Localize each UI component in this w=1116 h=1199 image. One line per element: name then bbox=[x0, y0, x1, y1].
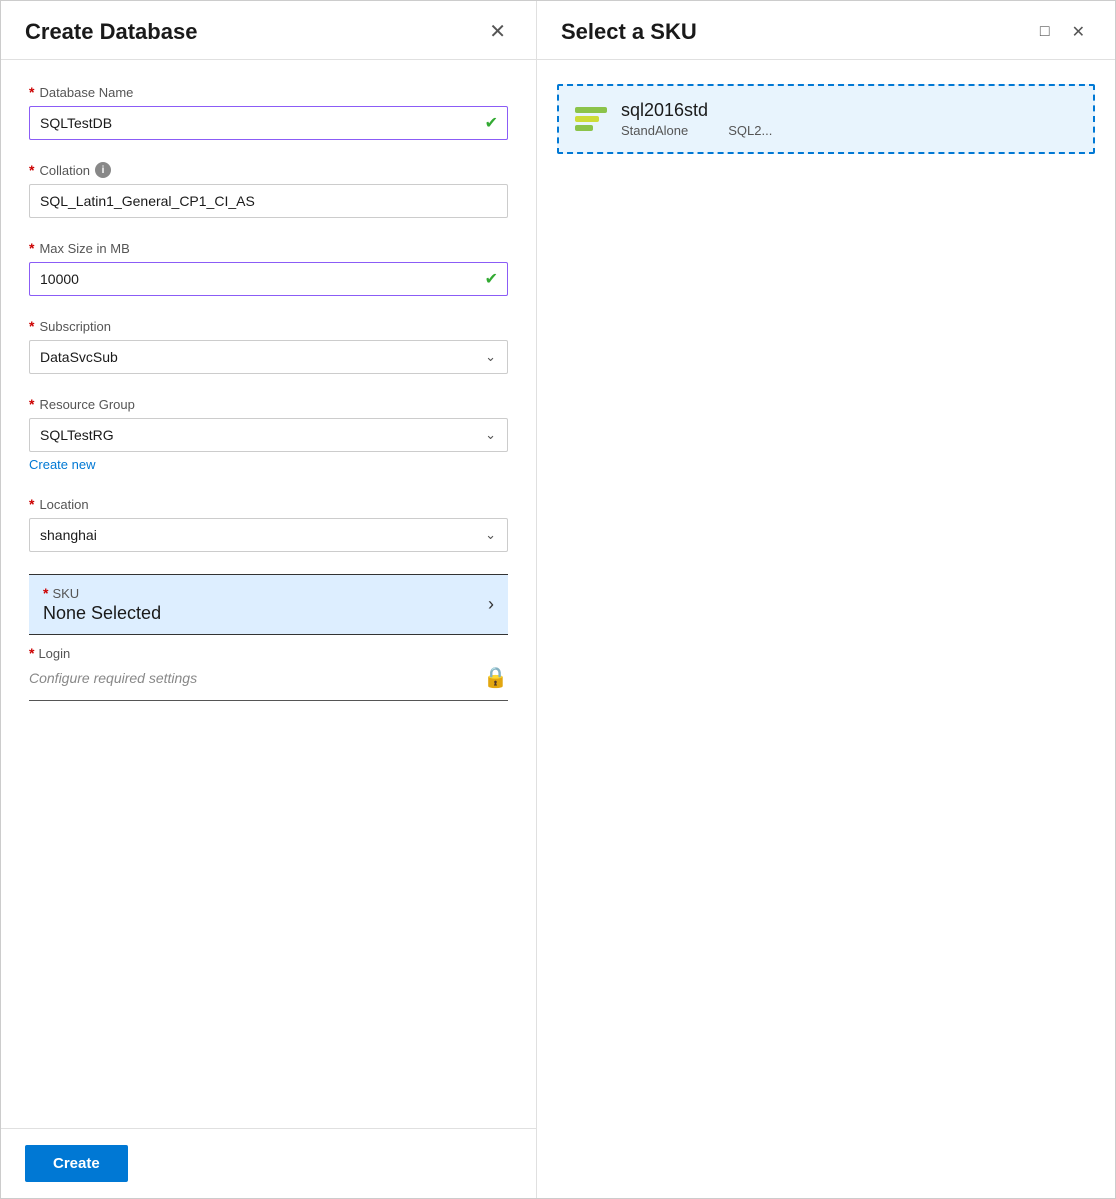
subscription-select-wrapper: DataSvcSub ⌄ bbox=[29, 340, 508, 374]
required-star-login: * bbox=[29, 645, 34, 661]
lock-icon: 🔒 bbox=[483, 665, 508, 690]
location-select-wrapper: shanghai ⌄ bbox=[29, 518, 508, 552]
resource-group-group: * Resource Group SQLTestRG ⌄ Create new bbox=[29, 396, 508, 474]
sku-label-row: * SKU bbox=[43, 585, 488, 601]
max-size-group: * Max Size in MB ✔ bbox=[29, 240, 508, 296]
required-star-sku: * bbox=[43, 585, 48, 601]
database-name-label: * Database Name bbox=[29, 84, 508, 100]
required-star-db: * bbox=[29, 84, 34, 100]
left-panel-body: * Database Name ✔ * Collation i bbox=[1, 60, 536, 1128]
sku-item-sub: StandAlone SQL2... bbox=[621, 123, 1077, 138]
subscription-select[interactable]: DataSvcSub bbox=[29, 340, 508, 374]
collation-group: * Collation i bbox=[29, 162, 508, 218]
sku-bar-1 bbox=[575, 107, 607, 113]
left-close-button[interactable]: ✕ bbox=[483, 20, 512, 44]
right-header-buttons: □ ✕ bbox=[1034, 20, 1091, 44]
right-panel-body: sql2016std StandAlone SQL2... bbox=[537, 60, 1115, 1198]
right-panel-title: Select a SKU bbox=[561, 19, 697, 45]
resource-group-label: * Resource Group bbox=[29, 396, 508, 412]
login-placeholder[interactable]: Configure required settings bbox=[29, 670, 197, 686]
location-group: * Location shanghai ⌄ bbox=[29, 496, 508, 552]
resource-group-select-wrapper: SQLTestRG ⌄ bbox=[29, 418, 508, 452]
sku-bar-3 bbox=[575, 125, 593, 131]
location-select[interactable]: shanghai bbox=[29, 518, 508, 552]
sku-value: None Selected bbox=[43, 603, 488, 624]
sku-sub-type: StandAlone bbox=[621, 123, 688, 138]
subscription-label: * Subscription bbox=[29, 318, 508, 334]
create-database-panel: Create Database ✕ * Database Name ✔ * Co bbox=[1, 1, 537, 1198]
subscription-group: * Subscription DataSvcSub ⌄ bbox=[29, 318, 508, 374]
sku-field-inner: * SKU None Selected bbox=[43, 585, 488, 624]
login-group: * Login Configure required settings 🔒 bbox=[29, 645, 508, 701]
collation-input[interactable] bbox=[29, 184, 508, 218]
location-label: * Location bbox=[29, 496, 508, 512]
sku-bar-2 bbox=[575, 116, 599, 122]
collation-label: * Collation i bbox=[29, 162, 508, 178]
create-button[interactable]: Create bbox=[25, 1145, 128, 1182]
required-star-collation: * bbox=[29, 162, 34, 178]
left-panel-title: Create Database bbox=[25, 19, 197, 45]
sku-group: * SKU None Selected › bbox=[29, 574, 508, 635]
right-panel-header: Select a SKU □ ✕ bbox=[537, 1, 1115, 60]
login-value-row: Configure required settings 🔒 bbox=[29, 665, 508, 690]
max-size-wrapper: ✔ bbox=[29, 262, 508, 296]
sku-chevron-icon: › bbox=[488, 594, 494, 615]
database-name-input[interactable] bbox=[29, 106, 508, 140]
required-star-maxsize: * bbox=[29, 240, 34, 256]
maximize-button[interactable]: □ bbox=[1034, 21, 1056, 43]
sku-item-info: sql2016std StandAlone SQL2... bbox=[621, 100, 1077, 138]
login-label-row: * Login bbox=[29, 645, 508, 661]
max-size-label: * Max Size in MB bbox=[29, 240, 508, 256]
max-size-input[interactable] bbox=[29, 262, 508, 296]
collation-wrapper bbox=[29, 184, 508, 218]
create-new-link[interactable]: Create new bbox=[29, 457, 95, 472]
sku-item-icon bbox=[575, 107, 607, 131]
resource-group-select[interactable]: SQLTestRG bbox=[29, 418, 508, 452]
collation-info-icon[interactable]: i bbox=[95, 162, 111, 178]
database-name-check-icon: ✔ bbox=[485, 113, 498, 133]
sku-sub-version: SQL2... bbox=[728, 123, 772, 138]
database-name-group: * Database Name ✔ bbox=[29, 84, 508, 140]
sku-selector[interactable]: * SKU None Selected › bbox=[29, 575, 508, 634]
sku-item-name: sql2016std bbox=[621, 100, 1077, 121]
required-star-location: * bbox=[29, 496, 34, 512]
left-panel-footer: Create bbox=[1, 1128, 536, 1198]
required-star-sub: * bbox=[29, 318, 34, 334]
select-sku-panel: Select a SKU □ ✕ sql2016std StandAlone S… bbox=[537, 1, 1115, 1198]
max-size-check-icon: ✔ bbox=[485, 269, 498, 289]
sku-item-card[interactable]: sql2016std StandAlone SQL2... bbox=[557, 84, 1095, 154]
left-panel-header: Create Database ✕ bbox=[1, 1, 536, 60]
right-close-button[interactable]: ✕ bbox=[1066, 20, 1091, 44]
required-star-rg: * bbox=[29, 396, 34, 412]
database-name-wrapper: ✔ bbox=[29, 106, 508, 140]
